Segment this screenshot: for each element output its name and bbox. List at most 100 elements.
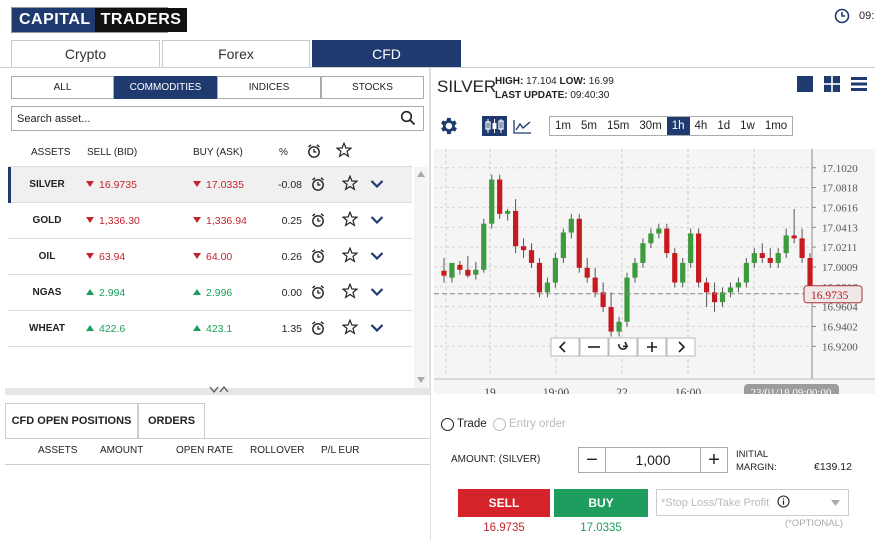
positions-right-border (430, 400, 431, 540)
timeframe-5m[interactable]: 5m (576, 117, 602, 135)
candle (520, 246, 527, 251)
amount-decrease-button[interactable]: − (579, 448, 605, 472)
radio-entry-order[interactable] (493, 418, 506, 431)
timeframe-30m[interactable]: 30m (634, 117, 666, 135)
chevron-down-icon[interactable] (370, 178, 384, 190)
panel-resize-handle[interactable] (5, 385, 430, 395)
asset-buy-price[interactable]: 2.996 (193, 287, 232, 299)
tab-crypto[interactable]: Crypto (11, 40, 160, 68)
asset-sell-price[interactable]: 2.994 (86, 287, 125, 299)
single-view-icon[interactable] (796, 75, 814, 93)
amount-input[interactable]: 1,000 (605, 448, 701, 472)
tab-cfd-open-positions[interactable]: CFD OPEN POSITIONS (5, 403, 138, 439)
asset-buy-value: 64.00 (206, 251, 233, 263)
chevron-down-icon[interactable] (370, 250, 384, 262)
y-axis-tick-label: 17.0211 (822, 242, 857, 254)
category-tab-stocks[interactable]: STOCKS (321, 76, 424, 99)
info-icon[interactable] (777, 495, 790, 508)
resize-chevrons-icon[interactable] (208, 385, 230, 395)
line-chart-icon (513, 119, 531, 134)
tab-cfd[interactable]: CFD (312, 40, 461, 68)
asset-sell-price[interactable]: 422.6 (86, 323, 125, 335)
alarm-clock-icon[interactable] (310, 320, 326, 336)
pan-right-icon[interactable] (666, 337, 696, 357)
tab-orders[interactable]: ORDERS (138, 403, 205, 439)
asset-row[interactable]: OIL 63.94 64.00 0.26 (8, 239, 412, 275)
alarm-clock-icon[interactable] (310, 212, 326, 228)
star-icon[interactable] (342, 175, 358, 191)
asset-row[interactable]: NGAS 2.994 2.996 0.00 (8, 275, 412, 311)
category-tab-commodities[interactable]: COMMODITIES (114, 76, 217, 99)
buy-button[interactable]: BUY (554, 489, 648, 517)
asset-sell-price[interactable]: 63.94 (86, 251, 125, 263)
clock-time: 09: (859, 10, 875, 22)
asset-row[interactable]: WHEAT 422.6 423.1 1.35 (8, 311, 412, 347)
alarm-clock-icon[interactable] (310, 284, 326, 300)
alarm-clock-icon[interactable] (310, 176, 326, 192)
asset-buy-value: 1,336.94 (206, 215, 247, 227)
search-icon[interactable] (400, 110, 416, 126)
star-icon[interactable] (342, 247, 358, 263)
chevron-down-icon[interactable] (370, 322, 384, 334)
scroll-up-icon[interactable] (417, 171, 425, 177)
positions-header-pl: P/L EUR (321, 445, 360, 456)
candle (592, 277, 598, 293)
tab-forex[interactable]: Forex (162, 40, 310, 68)
candle (568, 218, 574, 233)
dropdown-caret-icon[interactable] (831, 500, 840, 506)
asset-buy-price[interactable]: 64.00 (193, 251, 232, 263)
radio-trade[interactable] (441, 418, 454, 431)
alarm-clock-icon[interactable] (310, 248, 326, 264)
candle (664, 228, 670, 254)
zoom-out-icon[interactable] (579, 337, 609, 357)
timeframe-4h[interactable]: 4h (690, 117, 713, 135)
grid-view-icon[interactable] (823, 75, 841, 93)
stop-loss-take-profit-select[interactable]: *Stop Loss/Take Profit (656, 489, 849, 516)
timeframe-15m[interactable]: 15m (602, 117, 634, 135)
positions-header-divider (5, 464, 430, 465)
candlestick-chart-button[interactable] (482, 116, 507, 136)
star-icon (336, 142, 352, 158)
timeframe-1h[interactable]: 1h (666, 117, 690, 135)
chevron-down-icon[interactable] (370, 214, 384, 226)
star-icon[interactable] (342, 283, 358, 299)
asset-list-scrollbar[interactable] (414, 167, 428, 389)
asset-buy-price[interactable]: 423.1 (193, 323, 232, 335)
asset-buy-price[interactable]: 17.0335 (193, 179, 244, 191)
chevron-down-icon[interactable] (370, 286, 384, 298)
asset-row[interactable]: GOLD 1,336.30 1,336.94 0.25 (8, 203, 412, 239)
timeframe-selector: 1m 5m 15m 30m 1h 4h 1d 1w 1mo (549, 116, 794, 136)
candle (481, 223, 487, 270)
candle (536, 262, 543, 293)
asset-name: OIL (38, 251, 56, 262)
star-icon[interactable] (342, 319, 358, 335)
candle (600, 292, 606, 308)
asset-buy-price[interactable]: 1,336.94 (193, 215, 247, 227)
reset-zoom-icon[interactable] (608, 337, 638, 357)
line-chart-button[interactable] (510, 116, 535, 136)
category-tab-all[interactable]: ALL (11, 76, 114, 99)
pan-left-icon[interactable] (550, 337, 580, 357)
asset-sell-price[interactable]: 1,336.30 (86, 215, 140, 227)
candle (743, 262, 749, 283)
candle (648, 233, 654, 244)
zoom-in-icon[interactable] (637, 337, 667, 357)
candle (465, 269, 471, 276)
timeframe-1d[interactable]: 1d (712, 117, 735, 135)
timeframe-1w[interactable]: 1w (735, 117, 760, 135)
price-chart[interactable]: 17.1020 17.0818 17.0616 17.0413 17.0211 17.00… (434, 149, 875, 401)
timeframe-1mo[interactable]: 1mo (760, 117, 792, 135)
asset-sell-price[interactable]: 16.9735 (86, 179, 137, 191)
category-tab-indices[interactable]: INDICES (217, 76, 321, 99)
star-icon[interactable] (342, 211, 358, 227)
timeframe-1m[interactable]: 1m (550, 117, 576, 135)
asset-row[interactable]: SILVER 16.9735 17.0335 -0.08 (8, 167, 412, 203)
candle (616, 321, 622, 332)
list-view-icon[interactable] (850, 75, 868, 93)
amount-increase-button[interactable]: + (701, 448, 727, 472)
search-input[interactable] (17, 112, 387, 125)
sell-button[interactable]: SELL (458, 489, 550, 517)
y-axis-tick-label: 16.9200 (822, 341, 858, 353)
gear-icon[interactable] (437, 115, 459, 137)
scroll-down-icon[interactable] (417, 377, 425, 383)
